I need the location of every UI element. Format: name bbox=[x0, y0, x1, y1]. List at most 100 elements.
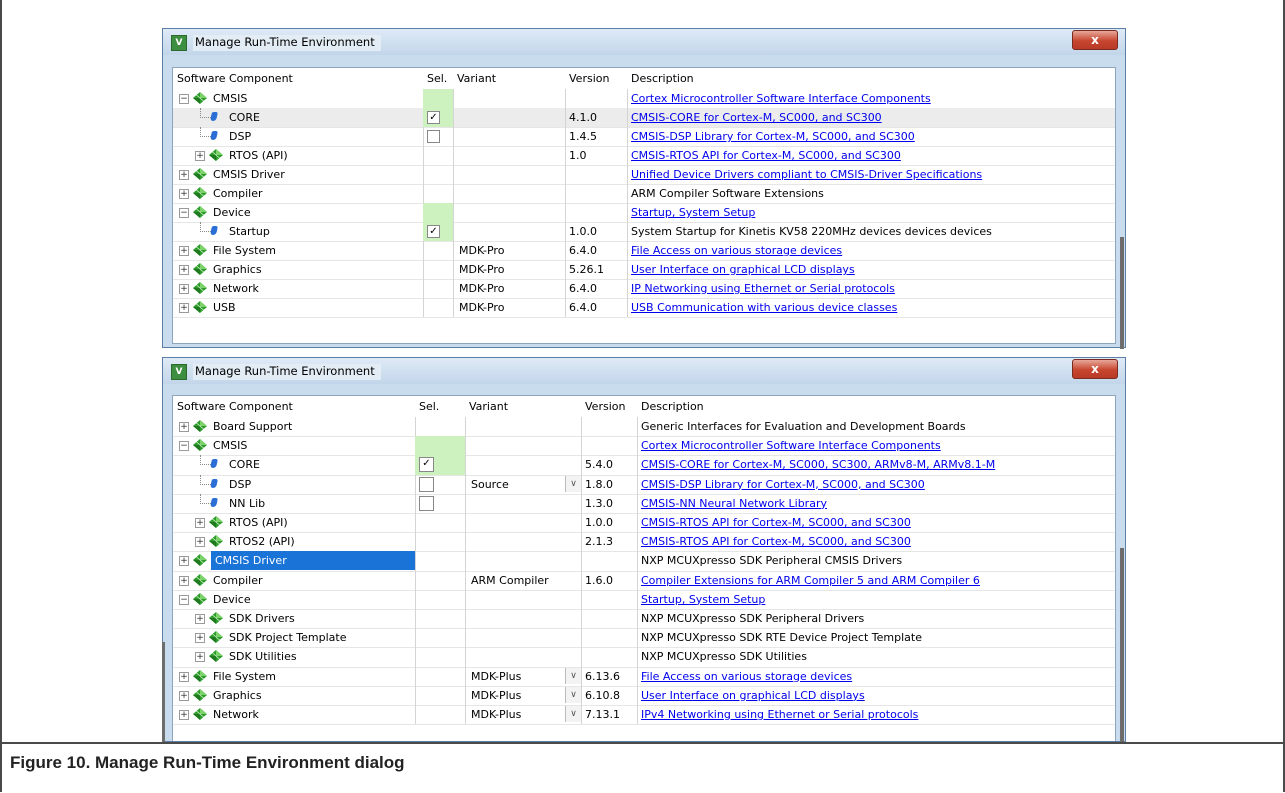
column-header-sel[interactable]: Sel. bbox=[427, 69, 453, 89]
select-checkbox[interactable] bbox=[419, 476, 434, 492]
table-row[interactable]: + USB MDK-Pro 6.4.0 USB Communication with v… bbox=[173, 298, 1115, 318]
table-row[interactable]: + Network MDK-Pro 6.4.0 IP Networking using … bbox=[173, 279, 1115, 299]
table-row[interactable]: + RTOS (API) 1.0.0 CMSIS-RTOS API for Corte… bbox=[173, 513, 1115, 534]
column-header-version[interactable]: Version bbox=[585, 397, 637, 417]
description-link[interactable]: CMSIS-RTOS API for Cortex-M, SC000, and … bbox=[641, 513, 911, 532]
component-label[interactable]: CORE bbox=[229, 108, 260, 127]
variant-cell[interactable]: MDK-Plus ∨ bbox=[465, 666, 582, 686]
table-row[interactable]: + Compiler ARM Compiler 1.6.0 Compiler Exten… bbox=[173, 570, 1115, 591]
chevron-down-icon[interactable]: ∨ bbox=[565, 706, 581, 722]
expand-icon[interactable]: + bbox=[179, 265, 189, 275]
table-row[interactable]: + Network MDK-Plus ∨ 7.13.1 IPv4 Networking u… bbox=[173, 705, 1115, 726]
description-link[interactable]: IPv4 Networking using Ethernet or Serial… bbox=[641, 705, 918, 724]
variant-cell[interactable]: MDK-Plus ∨ bbox=[465, 705, 582, 725]
table-row[interactable]: − CMSIS Cortex Microcontroller Software In… bbox=[173, 89, 1115, 109]
description-link[interactable]: Cortex Microcontroller Software Interfac… bbox=[641, 436, 941, 455]
scrollbar-stub[interactable] bbox=[1120, 548, 1124, 742]
component-label[interactable]: Compiler bbox=[213, 571, 263, 590]
component-label[interactable]: Device bbox=[213, 203, 251, 222]
component-label[interactable]: RTOS (API) bbox=[229, 146, 288, 165]
expand-icon[interactable]: + bbox=[179, 246, 189, 256]
table-row[interactable]: + RTOS2 (API) 2.1.3 CMSIS-RTOS API for Cort… bbox=[173, 532, 1115, 553]
description-link[interactable]: File Access on various storage devices bbox=[641, 667, 852, 686]
component-label[interactable]: Device bbox=[213, 590, 251, 609]
component-label[interactable]: SDK Drivers bbox=[229, 609, 295, 628]
close-button[interactable]: x bbox=[1072, 359, 1118, 379]
table-row[interactable]: + Graphics MDK-Plus ∨ 6.10.8 User Interface o… bbox=[173, 685, 1115, 706]
component-label[interactable]: CMSIS bbox=[213, 89, 247, 108]
expand-icon[interactable]: + bbox=[195, 537, 205, 548]
description-link[interactable]: USB Communication with various device cl… bbox=[631, 298, 897, 317]
component-label[interactable]: CMSIS bbox=[213, 436, 247, 455]
component-label[interactable]: NN Lib bbox=[229, 494, 265, 513]
component-label[interactable]: CMSIS Driver bbox=[211, 551, 415, 571]
table-row[interactable]: + File System MDK-Pro 6.4.0 File Access on v… bbox=[173, 241, 1115, 261]
column-header-variant[interactable]: Variant bbox=[469, 397, 581, 417]
description-link[interactable]: CMSIS-CORE for Cortex-M, SC000, SC300, A… bbox=[641, 455, 995, 474]
component-label[interactable]: Graphics bbox=[213, 686, 262, 705]
component-label[interactable]: CMSIS Driver bbox=[213, 165, 285, 184]
description-link[interactable]: Compiler Extensions for ARM Compiler 5 a… bbox=[641, 571, 980, 590]
table-row[interactable]: CORE ✓ 5.4.0 CMSIS-CORE for Cortex-M, SC000… bbox=[173, 455, 1115, 476]
collapse-icon[interactable]: − bbox=[179, 441, 189, 452]
expand-icon[interactable]: + bbox=[179, 690, 189, 701]
table-row[interactable]: + Graphics MDK-Pro 5.26.1 User Interface on … bbox=[173, 260, 1115, 280]
table-row[interactable]: + RTOS (API) 1.0 CMSIS-RTOS API for Cortex-… bbox=[173, 146, 1115, 166]
table-row[interactable]: − CMSIS Cortex Microcontroller Software In… bbox=[173, 436, 1115, 457]
table-row[interactable]: + SDK Drivers NXP MCUXpresso SDK Periphera… bbox=[173, 609, 1115, 630]
description-link[interactable]: CMSIS-DSP Library for Cortex-M, SC000, a… bbox=[641, 475, 925, 494]
description-link[interactable]: User Interface on graphical LCD displays bbox=[631, 260, 855, 279]
component-label[interactable]: RTOS (API) bbox=[229, 513, 288, 532]
column-header-sel[interactable]: Sel. bbox=[419, 397, 465, 417]
description-link[interactable]: User Interface on graphical LCD displays bbox=[641, 686, 865, 705]
close-button[interactable]: x bbox=[1072, 30, 1118, 50]
component-label[interactable]: SDK Project Template bbox=[229, 628, 347, 647]
expand-icon[interactable]: + bbox=[179, 575, 189, 586]
description-link[interactable]: File Access on various storage devices bbox=[631, 241, 842, 260]
chevron-down-icon[interactable]: ∨ bbox=[565, 686, 581, 703]
description-link[interactable]: Startup, System Setup bbox=[641, 590, 765, 609]
table-row[interactable]: CORE ✓ 4.1.0 CMSIS-CORE for Cortex-M, SC000… bbox=[173, 108, 1115, 128]
expand-icon[interactable]: + bbox=[179, 170, 189, 180]
component-label[interactable]: Compiler bbox=[213, 184, 263, 203]
component-label[interactable]: USB bbox=[213, 298, 236, 317]
column-header-description[interactable]: Description bbox=[631, 69, 1115, 89]
scrollbar-stub[interactable] bbox=[1120, 237, 1124, 349]
collapse-icon[interactable]: − bbox=[179, 94, 189, 104]
column-header-component[interactable]: Software Component bbox=[177, 397, 415, 417]
expand-icon[interactable]: + bbox=[195, 151, 205, 161]
variant-cell[interactable]: MDK-Plus ∨ bbox=[465, 685, 582, 705]
expand-icon[interactable]: + bbox=[179, 303, 189, 313]
table-row[interactable]: + SDK Project Template NXP MCUXpresso SDK … bbox=[173, 628, 1115, 649]
select-checkbox[interactable]: ✓ bbox=[419, 457, 434, 473]
expand-icon[interactable]: + bbox=[179, 556, 189, 567]
component-label[interactable]: Startup bbox=[229, 222, 270, 241]
expand-icon[interactable]: + bbox=[195, 614, 205, 624]
table-row[interactable]: − Device Startup, System Setup bbox=[173, 589, 1115, 610]
table-row[interactable]: + SDK Utilities NXP MCUXpresso SDK Utiliti… bbox=[173, 647, 1115, 668]
description-link[interactable]: CMSIS-DSP Library for Cortex-M, SC000, a… bbox=[631, 127, 915, 146]
table-row[interactable]: + CMSIS Driver Unified Device Drivers comp… bbox=[173, 165, 1115, 185]
chevron-down-icon[interactable]: ∨ bbox=[565, 475, 581, 492]
component-label[interactable]: SDK Utilities bbox=[229, 647, 297, 666]
description-link[interactable]: Unified Device Drivers compliant to CMSI… bbox=[631, 165, 982, 184]
expand-icon[interactable]: + bbox=[195, 652, 205, 663]
expand-icon[interactable]: + bbox=[179, 671, 189, 682]
component-label[interactable]: Network bbox=[213, 705, 259, 724]
description-link[interactable]: CMSIS-NN Neural Network Library bbox=[641, 494, 827, 513]
chevron-down-icon[interactable]: ∨ bbox=[565, 667, 581, 684]
expand-icon[interactable]: + bbox=[179, 422, 189, 432]
component-label[interactable]: DSP bbox=[229, 127, 251, 146]
expand-icon[interactable]: + bbox=[195, 633, 205, 644]
component-label[interactable]: Board Support bbox=[213, 417, 292, 436]
column-header-variant[interactable]: Variant bbox=[457, 69, 565, 89]
table-row[interactable]: DSP Source ∨ 1.8.0 CMSIS-DSP Library for Cor… bbox=[173, 474, 1115, 495]
table-row[interactable]: NN Lib 1.3.0 CMSIS-NN Neural Network Libra… bbox=[173, 493, 1115, 514]
expand-icon[interactable]: + bbox=[179, 284, 189, 294]
component-label[interactable]: DSP bbox=[229, 475, 251, 494]
table-row[interactable]: + Board Support Generic Interfaces for Eva… bbox=[173, 417, 1115, 438]
select-checkbox[interactable] bbox=[419, 495, 434, 511]
table-row[interactable]: + Compiler ARM Compiler Software Extension… bbox=[173, 184, 1115, 204]
collapse-icon[interactable]: − bbox=[179, 208, 189, 218]
description-link[interactable]: CMSIS-CORE for Cortex-M, SC000, and SC30… bbox=[631, 108, 882, 127]
